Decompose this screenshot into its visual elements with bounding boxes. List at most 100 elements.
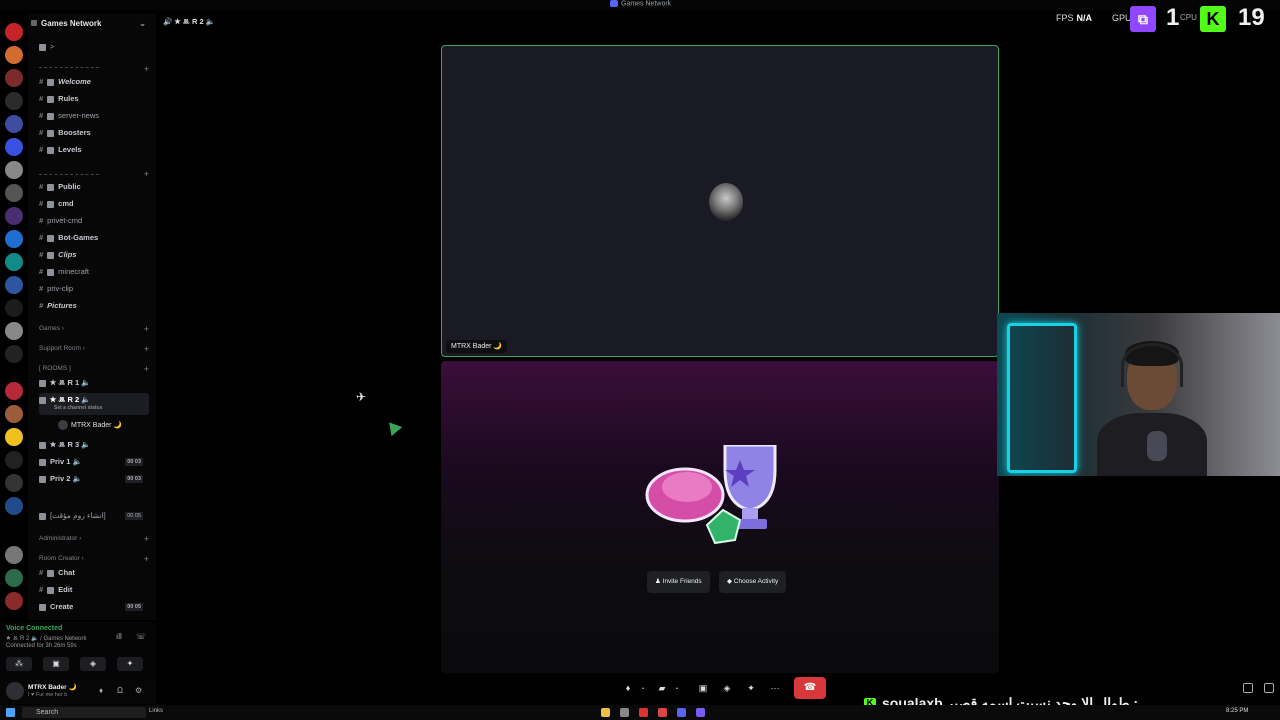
- choose-activity-button[interactable]: ◆ Choose Activity: [719, 571, 787, 593]
- fullscreen-icon[interactable]: [1264, 683, 1274, 693]
- browser-icon[interactable]: [658, 708, 667, 717]
- server-icon[interactable]: [5, 276, 23, 294]
- server-icon[interactable]: [5, 46, 23, 64]
- soundboard-icon[interactable]: ✦: [741, 677, 761, 699]
- server-icon[interactable]: [5, 138, 23, 156]
- more-icon[interactable]: ⋯: [765, 677, 785, 699]
- add-channel-icon[interactable]: +: [144, 168, 149, 180]
- voice-connected-label[interactable]: Voice Connected: [6, 625, 62, 632]
- hangup-button[interactable]: ☎: [794, 677, 826, 699]
- voice-channel-path[interactable]: ★ ꔛ R 2 🔈 / Games Network: [6, 635, 87, 643]
- category-support[interactable]: Support Room › +: [39, 343, 149, 355]
- channel-chat[interactable]: # Chat: [39, 566, 149, 580]
- noise-suppression-button[interactable]: ⁂: [6, 657, 32, 671]
- server-icon[interactable]: [5, 230, 23, 248]
- channel-priv-clip[interactable]: # priv-clip: [39, 282, 149, 296]
- server-icon[interactable]: [5, 299, 23, 317]
- username[interactable]: MTRX Bader 🌙: [28, 683, 77, 691]
- server-icon[interactable]: [5, 207, 23, 225]
- gear-icon[interactable]: ⚙: [135, 686, 142, 695]
- voice-channel-r2[interactable]: ★ ꔛ R 2 🔈 Set a channel status: [39, 393, 149, 415]
- activity-button[interactable]: ◈: [80, 657, 106, 671]
- server-header[interactable]: Games Network ⌄: [28, 14, 156, 34]
- server-icon[interactable]: [5, 546, 23, 564]
- app-icon[interactable]: [639, 708, 648, 717]
- taskbar-search[interactable]: Search: [22, 707, 146, 718]
- category-info[interactable]: +: [39, 63, 149, 75]
- server-icon[interactable]: [5, 592, 23, 610]
- add-channel-icon[interactable]: +: [144, 323, 149, 335]
- screen-share-button[interactable]: ▣: [43, 657, 69, 671]
- add-channel-icon[interactable]: +: [144, 553, 149, 565]
- channel-pictures[interactable]: # Pictures: [39, 299, 149, 313]
- voice-channel-r3[interactable]: ★ ꔛ R 3 🔈: [39, 438, 149, 452]
- channel-edit[interactable]: # Edit: [39, 583, 149, 597]
- server-icon[interactable]: [5, 474, 23, 492]
- server-icon[interactable]: [5, 428, 23, 446]
- channel-collapsed[interactable]: >: [39, 40, 149, 54]
- channel-rules[interactable]: # Rules: [39, 92, 149, 106]
- popout-icon[interactable]: [1243, 683, 1253, 693]
- chevron-down-icon[interactable]: ⌄: [633, 677, 653, 699]
- taskbar-links[interactable]: Links: [149, 708, 163, 714]
- voice-channel-priv1[interactable]: Priv 1 🔈 00 03: [39, 455, 149, 469]
- server-icon[interactable]: [5, 497, 23, 515]
- app-icon[interactable]: [696, 708, 705, 717]
- category-room-creator[interactable]: Room Creator › +: [39, 553, 149, 565]
- disconnect-icon[interactable]: ☏: [136, 632, 146, 641]
- channel-minecraft[interactable]: # minecraft: [39, 265, 149, 279]
- server-icon[interactable]: [5, 253, 23, 271]
- server-icon[interactable]: [5, 405, 23, 423]
- app-icon[interactable]: [620, 708, 629, 717]
- voice-channel-priv2[interactable]: Priv 2 🔈 00 03: [39, 472, 149, 486]
- server-icon[interactable]: [5, 322, 23, 340]
- server-icon[interactable]: [5, 184, 23, 202]
- channel-public[interactable]: # Public: [39, 180, 149, 194]
- avatar[interactable]: [6, 682, 24, 700]
- clock[interactable]: 8:25 PM: [1226, 708, 1248, 714]
- channel-privet-cmd[interactable]: # privet-cmd: [39, 214, 149, 228]
- category-rooms[interactable]: [ ROOMS ] +: [39, 363, 149, 375]
- server-icon[interactable]: [5, 69, 23, 87]
- screen-share-icon[interactable]: ▣: [693, 677, 713, 699]
- user-tile[interactable]: MTRX Bader 🌙: [441, 45, 999, 357]
- server-icon[interactable]: [5, 115, 23, 133]
- voice-channel-temp-room[interactable]: [انشاء روم مؤقت] 00 05: [39, 509, 149, 523]
- folder-icon[interactable]: [601, 708, 610, 717]
- channel-status[interactable]: Set a channel status: [54, 404, 102, 412]
- discord-icon[interactable]: [677, 708, 686, 717]
- server-icon[interactable]: [5, 451, 23, 469]
- add-channel-icon[interactable]: +: [144, 363, 149, 375]
- channel-welcome[interactable]: # Welcome: [39, 75, 149, 89]
- server-icon[interactable]: [5, 382, 23, 400]
- channel-clips[interactable]: # Clips: [39, 248, 149, 262]
- signal-icon[interactable]: ıll: [116, 632, 122, 641]
- server-icon[interactable]: [5, 92, 23, 110]
- category-info2[interactable]: +: [39, 168, 149, 180]
- channel-server-news[interactable]: # server-news: [39, 109, 149, 123]
- channel-levels[interactable]: # Levels: [39, 143, 149, 157]
- headphones-icon[interactable]: Ω: [117, 686, 123, 695]
- category-admin[interactable]: Administrator › +: [39, 533, 149, 545]
- category-games[interactable]: Games › +: [39, 323, 149, 335]
- invite-friends-button[interactable]: ♟ Invite Friends: [647, 571, 710, 593]
- add-channel-icon[interactable]: +: [144, 343, 149, 355]
- windows-start-icon[interactable]: [6, 708, 15, 717]
- add-channel-icon[interactable]: +: [144, 533, 149, 545]
- channel-boosters[interactable]: # Boosters: [39, 126, 149, 140]
- server-icon[interactable]: [5, 345, 23, 363]
- server-icon[interactable]: [5, 161, 23, 179]
- server-icon[interactable]: [5, 569, 23, 587]
- chevron-down-icon[interactable]: ⌄: [667, 677, 687, 699]
- voice-channel-r1[interactable]: ★ ꔛ R 1 🔈: [39, 376, 149, 390]
- channel-bot-games[interactable]: # Bot-Games: [39, 231, 149, 245]
- chevron-down-icon[interactable]: ⌄: [139, 19, 146, 28]
- add-channel-icon[interactable]: +: [144, 63, 149, 75]
- server-icon[interactable]: [5, 23, 23, 41]
- mic-icon[interactable]: ♦: [99, 686, 103, 695]
- activity-icon[interactable]: ◈: [717, 677, 737, 699]
- soundboard-button[interactable]: ✦: [117, 657, 143, 671]
- voice-channel-member[interactable]: MTRX Bader 🌙: [58, 420, 122, 433]
- voice-channel-create[interactable]: Create 00 05: [39, 600, 149, 614]
- channel-cmd[interactable]: # cmd: [39, 197, 149, 211]
